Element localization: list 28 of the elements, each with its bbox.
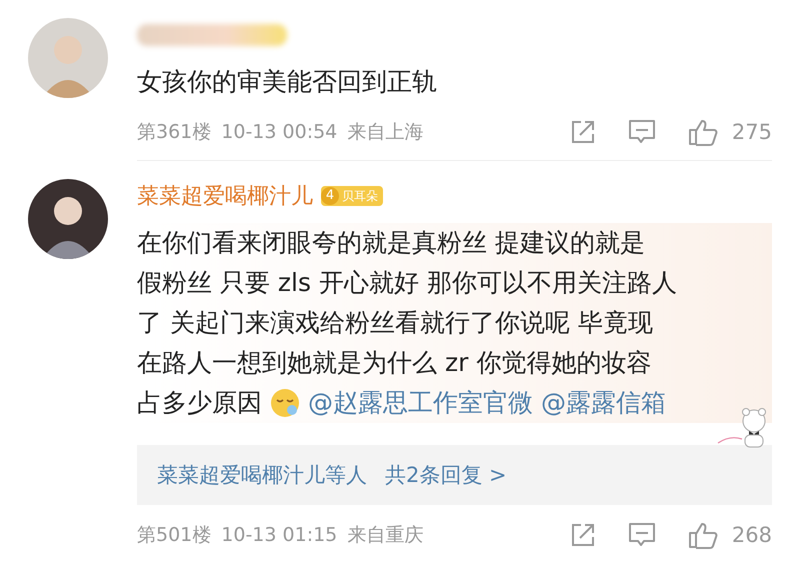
floor-number: 第361楼: [137, 120, 212, 145]
comment-text: 占多少原因: [137, 387, 262, 419]
reply-count-link[interactable]: 共2条回复 >: [385, 461, 507, 489]
comment-time: 10-13 01:15: [221, 524, 338, 546]
floor-number: 第501楼: [137, 523, 212, 548]
comment-text: 女孩你的审美能否回到正轨: [137, 66, 437, 98]
comment-location: 来自上海: [347, 120, 424, 145]
share-icon[interactable]: [570, 119, 596, 145]
replies-link[interactable]: 菜菜超爱喝椰汁儿等人: [157, 461, 367, 489]
replies-panel[interactable]: 菜菜超爱喝椰汁儿等人 共2条回复 >: [137, 445, 772, 505]
fan-badge: 4 贝耳朵: [321, 186, 383, 206]
comment-icon[interactable]: [628, 119, 656, 145]
share-icon[interactable]: [570, 522, 596, 548]
comment-text: 了 关起门来演戏给粉丝看就行了你说呢 毕竟现: [137, 307, 653, 339]
mention-link[interactable]: @赵露思工作室官微: [308, 383, 533, 423]
comment-location: 来自重庆: [347, 523, 424, 548]
comment-text: 假粉丝 只要 zls 开心就好 那你可以不用关注路人: [137, 267, 677, 299]
user-name[interactable]: 菜菜超爱喝椰汁儿: [137, 181, 313, 211]
thumbs-up-icon[interactable]: [688, 521, 718, 549]
like-count: 275: [732, 120, 772, 144]
comment-icon[interactable]: [628, 522, 656, 548]
comment-time: 10-13 00:54: [221, 121, 338, 143]
comment-text: 在你们看来闭眼夸的就是真粉丝 提建议的就是: [137, 227, 645, 259]
sleepy-emoji-icon: [270, 388, 300, 418]
comment-text: 在路人一想到她就是为什么 zr 你觉得她的妆容: [137, 347, 652, 379]
thumbs-up-icon[interactable]: [688, 118, 718, 146]
like-count: 268: [732, 523, 772, 547]
mention-link[interactable]: @露露信箱: [541, 383, 666, 423]
